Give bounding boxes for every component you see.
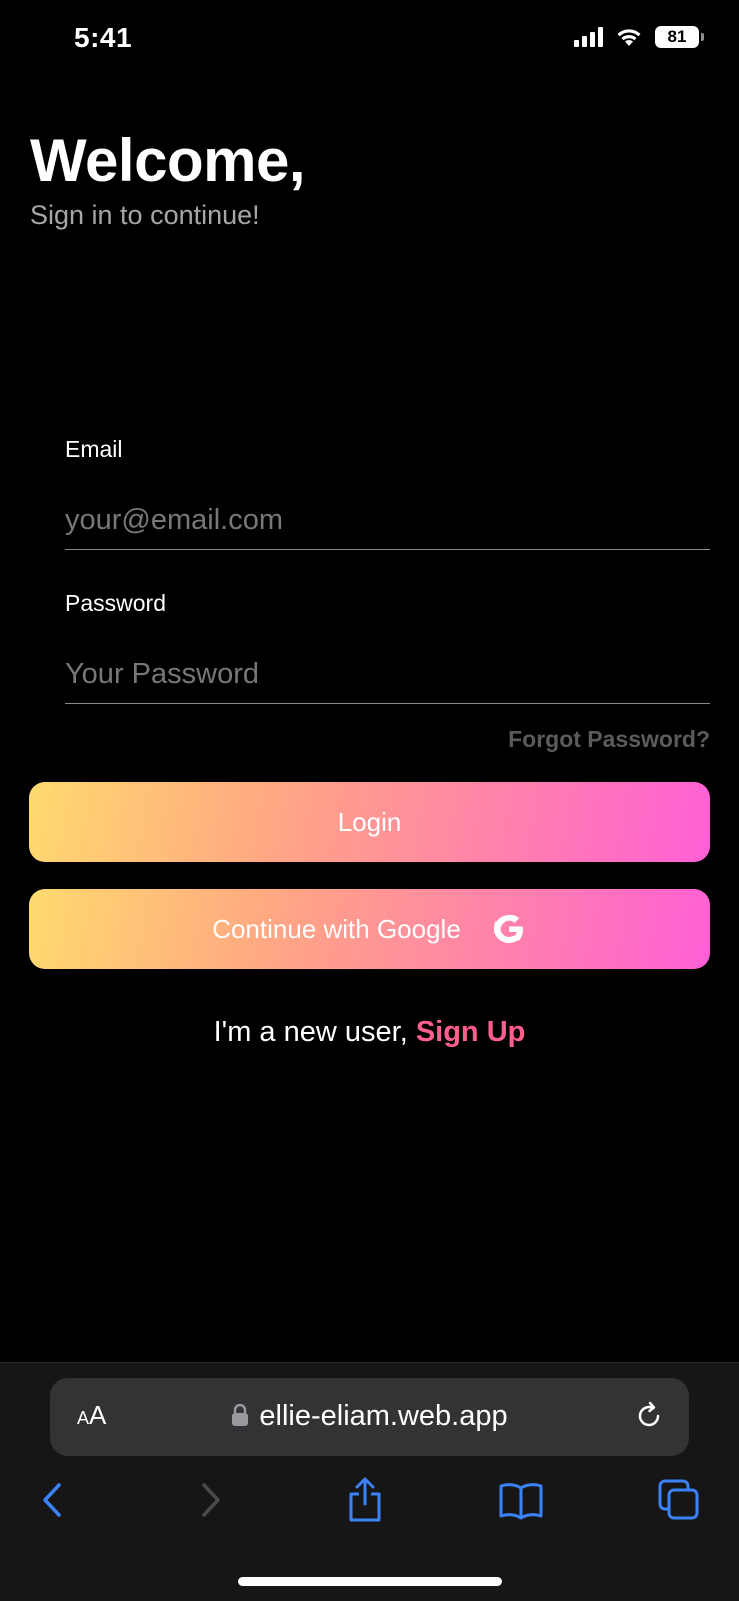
- forward-icon: [202, 1483, 220, 1517]
- password-label: Password: [65, 590, 166, 616]
- address-bar[interactable]: AA ellie-eliam.web.app: [50, 1378, 689, 1456]
- wifi-icon: [617, 29, 641, 46]
- google-signin-button[interactable]: Continue with Google: [29, 889, 710, 969]
- signup-row: I'm a new user, Sign Up: [0, 1016, 739, 1049]
- signup-link[interactable]: Sign Up: [416, 1016, 526, 1048]
- lock-icon: [232, 1403, 249, 1426]
- google-g-icon: [493, 914, 523, 943]
- back-icon: [43, 1483, 61, 1517]
- status-icons: 81: [574, 26, 704, 48]
- login-button[interactable]: Login: [29, 782, 710, 862]
- email-label: Email: [65, 436, 123, 462]
- browser-chrome: AA ellie-eliam.web.app: [0, 1362, 739, 1601]
- back-button[interactable]: [27, 1475, 77, 1525]
- google-button-label: Continue with Google: [212, 913, 461, 944]
- tabs-button[interactable]: [654, 1475, 704, 1525]
- bookmarks-icon: [499, 1483, 543, 1520]
- reload-icon[interactable]: [633, 1400, 665, 1432]
- status-time: 5:41: [74, 22, 133, 53]
- share-button[interactable]: [340, 1475, 390, 1525]
- browser-toolbar: [0, 1475, 739, 1545]
- email-field[interactable]: [65, 492, 710, 550]
- url-text: ellie-eliam.web.app: [259, 1400, 508, 1432]
- bookmarks-button[interactable]: [496, 1475, 546, 1525]
- password-field[interactable]: [65, 646, 710, 704]
- url-display[interactable]: ellie-eliam.web.app: [50, 1400, 689, 1433]
- forward-button[interactable]: [186, 1475, 236, 1525]
- tabs-icon: [658, 1479, 699, 1520]
- signup-prompt: I'm a new user,: [213, 1016, 416, 1048]
- cellular-signal-icon: [574, 27, 603, 47]
- home-indicator: [238, 1577, 502, 1586]
- status-bar: 5:41 81: [0, 0, 739, 80]
- page-title: Welcome,: [30, 127, 306, 194]
- share-icon: [349, 1477, 381, 1522]
- page-subtitle: Sign in to continue!: [30, 200, 260, 230]
- forgot-password-link[interactable]: Forgot Password?: [508, 726, 710, 753]
- login-button-label: Login: [337, 806, 402, 837]
- battery-indicator: 81: [655, 26, 704, 48]
